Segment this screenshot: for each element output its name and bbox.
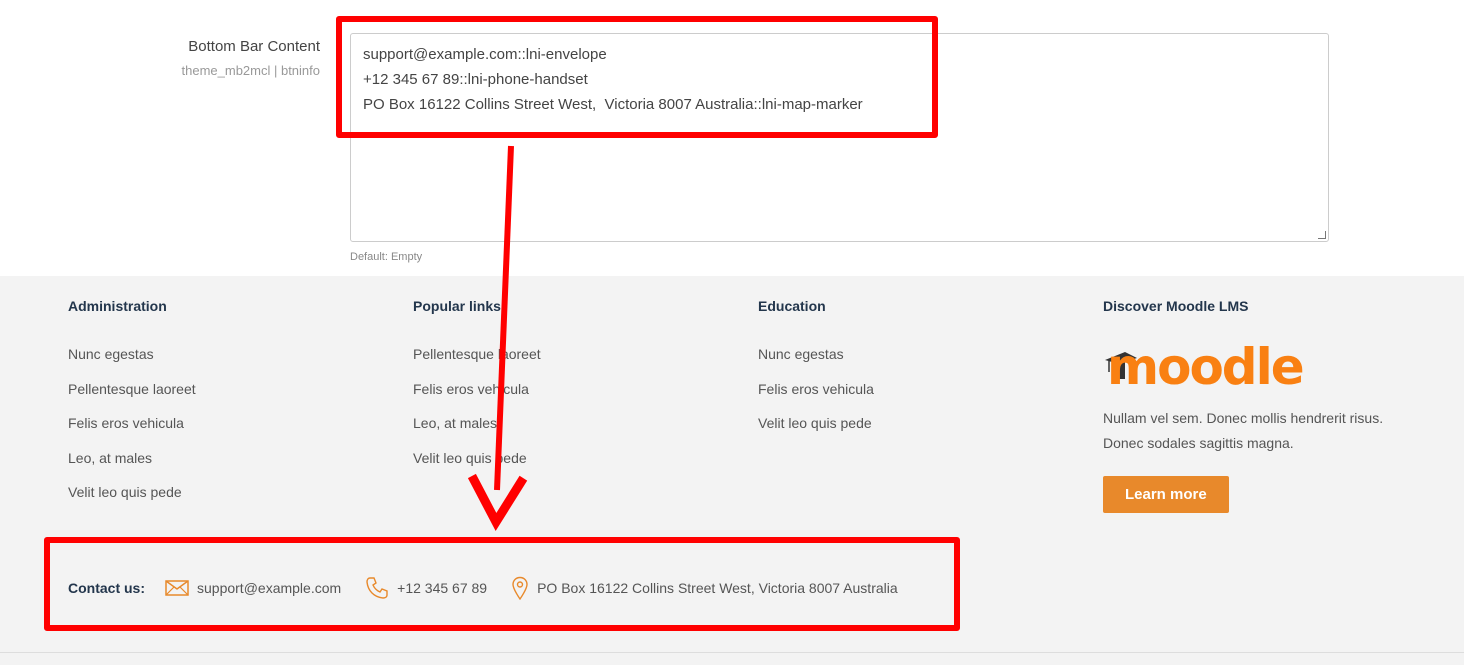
footer-link[interactable]: Felis eros vehicula [758,379,1078,414]
footer-link[interactable]: Velit leo quis pede [758,413,1078,448]
textarea-line: support@example.com::lni-envelope [363,46,607,63]
textarea-line: +12 345 67 89::lni-phone-handset [363,71,588,88]
bottom-bar-content-textarea[interactable]: support@example.com::lni-envelope +12 34… [350,33,1329,242]
contact-address[interactable]: PO Box 16122 Collins Street West, Victor… [511,576,898,600]
footer-link[interactable]: Leo, at males [413,413,733,448]
footer-link[interactable]: Nunc egestas [68,344,388,379]
discover-description-line: Nullam vel sem. Donec mollis hendrerit r… [1103,410,1384,426]
contact-label: Contact us: [68,580,145,596]
column-title: Popular links [413,298,501,314]
setting-label: Bottom Bar Content theme_mb2mcl | btninf… [182,38,321,78]
footer-link[interactable]: Velit leo quis pede [68,482,388,517]
moodle-logo: moodle [1103,338,1423,400]
map-marker-icon [512,576,528,600]
contact-email[interactable]: support@example.com [165,580,341,596]
footer-link[interactable]: Nunc egestas [758,344,1078,379]
contact-address-text: PO Box 16122 Collins Street West, Victor… [537,580,898,596]
setting-row: Bottom Bar Content theme_mb2mcl | btninf… [0,0,1464,276]
setting-subtitle: theme_mb2mcl | btninfo [181,63,321,78]
column-title: Administration [68,298,167,314]
phone-icon [366,577,388,599]
footer-column-discover: Discover Moodle LMS moodle Nullam vel se… [1103,298,1423,513]
contact-phone[interactable]: +12 345 67 89 [365,576,487,600]
footer-link[interactable]: Velit leo quis pede [413,448,733,483]
footer-divider [0,652,1464,653]
footer-link[interactable]: Leo, at males [68,448,388,483]
contact-phone-text: +12 345 67 89 [397,580,488,596]
footer-column-administration: Administration Nunc egestas Pellentesque… [68,298,388,517]
envelope-icon [165,580,189,596]
textarea-line: PO Box 16122 Collins Street West, Victor… [363,96,863,113]
footer-column-education: Education Nunc egestas Felis eros vehicu… [758,298,1078,448]
footer-link[interactable]: Felis eros vehicula [413,379,733,414]
footer-column-popular-links: Popular links Pellentesque laoreet Felis… [413,298,733,482]
contact-email-text: support@example.com [197,580,342,596]
moodle-logo-text: moodle [1107,338,1305,396]
footer-link[interactable]: Felis eros vehicula [68,413,388,448]
site-footer: Administration Nunc egestas Pellentesque… [0,276,1464,665]
setting-title: Bottom Bar Content [188,38,320,55]
learn-more-button[interactable]: Learn more [1103,476,1229,513]
column-title: Education [758,298,826,314]
resize-handle[interactable] [1318,231,1326,239]
column-title: Discover Moodle LMS [1103,298,1249,314]
footer-link[interactable]: Pellentesque laoreet [68,379,388,414]
footer-link[interactable]: Pellentesque laoreet [413,344,733,379]
default-note: Default: Empty [350,251,423,263]
contact-bar: Contact us: support@example.com +12 345 … [68,576,922,600]
discover-description-line: Donec sodales sagittis magna. [1103,435,1294,451]
